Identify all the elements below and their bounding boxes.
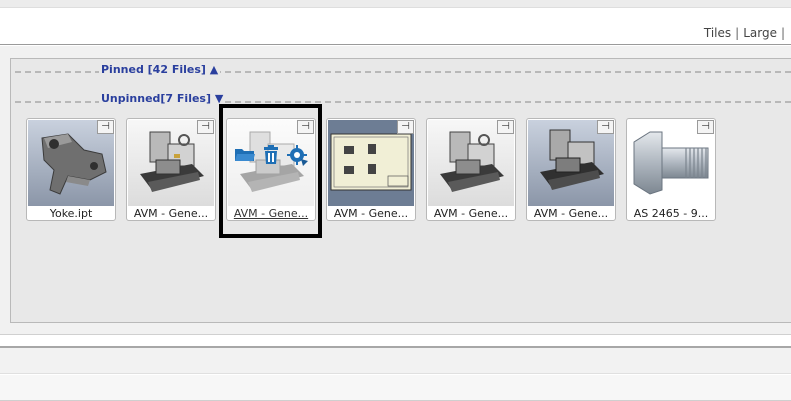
top-strip bbox=[0, 0, 791, 8]
selection-highlight-frame bbox=[219, 104, 322, 238]
unpinned-group-toggle[interactable]: Unpinned[7 Files] ▼ bbox=[99, 92, 226, 105]
file-tile[interactable]: ⊣ AS 2465 - 9... bbox=[626, 118, 716, 221]
toolbar-header: Tiles | Large | bbox=[0, 8, 791, 45]
file-name: AVM - Gene... bbox=[133, 207, 209, 220]
view-separator: | bbox=[735, 26, 740, 40]
pushpin-icon[interactable]: ⊣ bbox=[397, 120, 414, 134]
file-tile[interactable]: ⊣ AVM - Gene... bbox=[326, 118, 416, 221]
pinned-group-toggle[interactable]: Pinned [42 Files] ▲ bbox=[99, 63, 221, 76]
view-mode-links: Tiles | Large | bbox=[704, 26, 789, 40]
file-name: Yoke.ipt bbox=[49, 207, 93, 220]
file-name: AS 2465 - 9... bbox=[633, 207, 709, 220]
pushpin-icon[interactable]: ⊣ bbox=[97, 120, 114, 134]
view-tiles-link[interactable]: Tiles bbox=[704, 26, 731, 40]
view-separator-trailing: | bbox=[780, 26, 785, 40]
file-tile[interactable]: ⊣ AVM - Gene... bbox=[526, 118, 616, 221]
file-tile[interactable]: ⊣ AVM - Gene... bbox=[426, 118, 516, 221]
pushpin-icon[interactable]: ⊣ bbox=[697, 120, 714, 134]
view-large-link[interactable]: Large bbox=[743, 26, 777, 40]
file-name: AVM - Gene... bbox=[433, 207, 509, 220]
pushpin-icon[interactable]: ⊣ bbox=[497, 120, 514, 134]
pushpin-icon[interactable]: ⊣ bbox=[197, 120, 214, 134]
pushpin-icon[interactable]: ⊣ bbox=[597, 120, 614, 134]
file-tile[interactable]: ⊣ AVM - Gene... bbox=[126, 118, 216, 221]
file-panel: Pinned [42 Files] ▲ Unpinned[7 Files] ▼ … bbox=[10, 58, 791, 323]
footer-bar-lower bbox=[0, 375, 791, 401]
content-area: Pinned [42 Files] ▲ Unpinned[7 Files] ▼ … bbox=[0, 46, 791, 335]
file-tile[interactable]: ⊣ Yoke.ipt bbox=[26, 118, 116, 221]
file-name: AVM - Gene... bbox=[333, 207, 409, 220]
footer-bar bbox=[0, 346, 791, 374]
file-name: AVM - Gene... bbox=[533, 207, 609, 220]
